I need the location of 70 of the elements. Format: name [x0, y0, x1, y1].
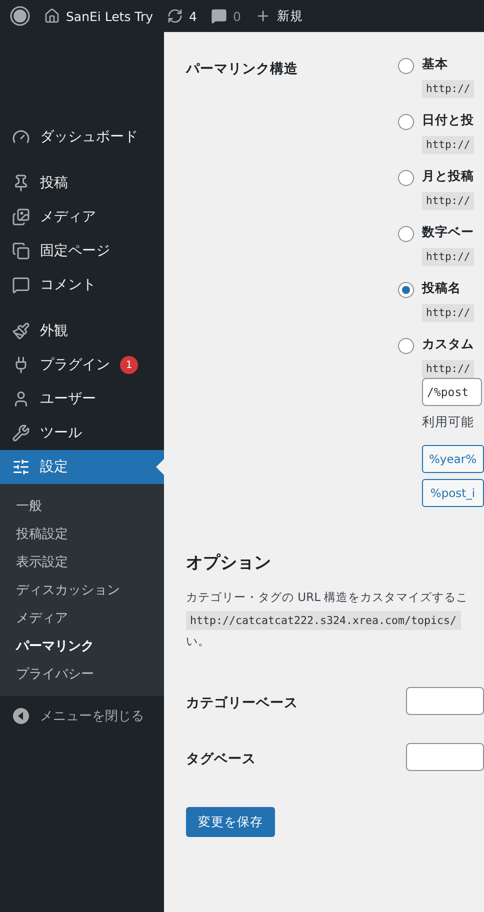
radio-button[interactable] [398, 58, 414, 74]
radio-button[interactable] [398, 170, 414, 186]
menu-item[interactable]: ダッシュボード [0, 120, 164, 154]
text-input[interactable] [406, 743, 484, 771]
radio-button[interactable] [398, 114, 414, 130]
comments-count[interactable]: 0 [232, 8, 241, 24]
submenu-item[interactable]: ディスカッション [0, 576, 164, 604]
url-code: http://catcatcat222.s324.xrea.com/topics/ [186, 611, 461, 630]
logo-icon[interactable] [10, 6, 30, 26]
url-example: http:// [422, 192, 474, 210]
option-label: 日付と投 [422, 112, 475, 129]
option-label: カスタム [422, 336, 475, 353]
structure-input[interactable]: /%post [422, 378, 482, 406]
menu-item[interactable]: 外観 [0, 314, 164, 348]
option-label: 月と投稿 [422, 168, 475, 185]
wrench-icon [12, 424, 30, 442]
paintbrush-icon [12, 322, 30, 340]
count-badge: 1 [120, 356, 138, 374]
images-icon [12, 208, 30, 226]
section-heading: オプション [186, 552, 272, 574]
available-tags-label: 利用可能 [422, 414, 474, 431]
menu-item[interactable]: プラグイン 1 [0, 348, 164, 382]
field-label: タグベース [186, 750, 257, 768]
permalink-structure-label: パーマリンク構造 [186, 60, 299, 79]
pages-icon [12, 242, 30, 260]
option-label: 数字ベー [422, 224, 475, 241]
updates-count[interactable]: 4 [189, 8, 197, 24]
field-label: カテゴリーベース [186, 694, 299, 712]
refresh-icon [167, 8, 184, 24]
menu-item[interactable]: ツール [0, 416, 164, 450]
menu-item[interactable]: コメント [0, 268, 164, 302]
submenu-item[interactable]: メディア [0, 604, 164, 632]
submenu-item[interactable]: 表示設定 [0, 548, 164, 576]
collapse-menu-button[interactable]: メニューを閉じる [0, 698, 164, 734]
url-example: http:// [422, 304, 474, 322]
url-example: http:// [422, 136, 474, 154]
radio-button[interactable] [398, 282, 414, 298]
description-text: い。 [186, 633, 211, 650]
radio-button[interactable] [398, 338, 414, 354]
menu-item[interactable]: 投稿 [0, 166, 164, 200]
radio-button[interactable] [398, 226, 414, 242]
person-icon [12, 390, 30, 408]
option-label: 投稿名 [422, 280, 462, 297]
tag-button[interactable]: %post_i [422, 479, 484, 507]
gauge-icon [12, 128, 30, 146]
url-example: http:// [422, 360, 474, 378]
option-label: 基本 [422, 56, 449, 73]
submenu-item[interactable]: プライバシー [0, 660, 164, 688]
submenu-item[interactable]: 投稿設定 [0, 520, 164, 548]
speech-bubble-icon [12, 276, 30, 294]
menu-item[interactable]: メディア [0, 200, 164, 234]
home-icon [44, 8, 60, 24]
text-input[interactable] [406, 687, 484, 715]
description-text: カテゴリー・タグの URL 構造をカスタマイズするこ [186, 589, 470, 606]
collapse-icon [12, 707, 30, 725]
submenu-item[interactable]: パーマリンク [0, 632, 164, 660]
sliders-icon [12, 458, 30, 476]
new-link[interactable]: 新規 [276, 8, 303, 24]
url-example: http:// [422, 248, 474, 266]
plus-icon [254, 8, 271, 24]
menu-item[interactable]: ユーザー [0, 382, 164, 416]
site-name-link[interactable]: SanEi Lets Try [66, 8, 154, 24]
submenu-item[interactable]: 一般 [0, 492, 164, 520]
tag-button[interactable]: %year% [422, 445, 484, 473]
pin-icon [12, 174, 30, 192]
menu-item[interactable]: 設定 [0, 450, 164, 484]
menu-item[interactable]: 固定ページ [0, 234, 164, 268]
url-example: http:// [422, 80, 474, 98]
save-button[interactable]: 変更を保存 [186, 807, 275, 837]
speech-bubble-icon [210, 8, 227, 24]
